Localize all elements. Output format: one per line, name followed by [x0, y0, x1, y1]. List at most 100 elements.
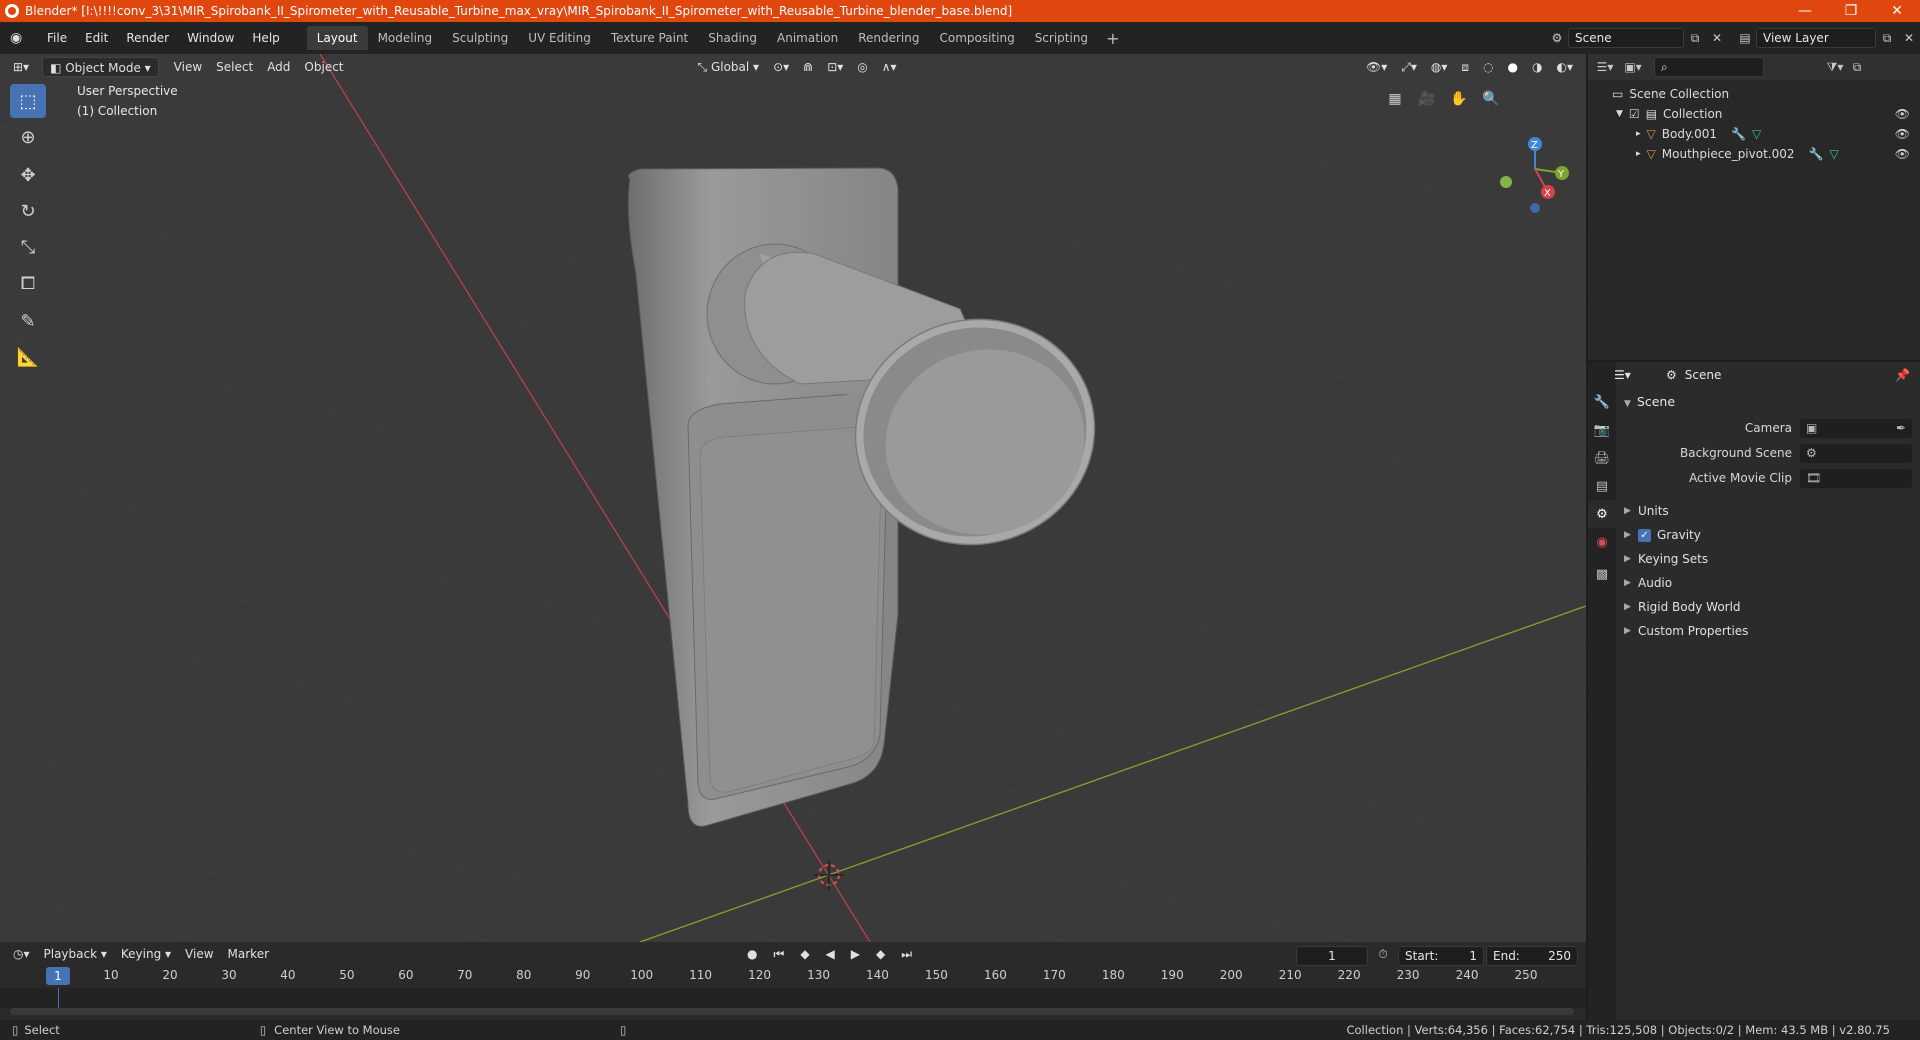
tab-modeling[interactable]: Modeling	[368, 26, 443, 50]
tool-tab-icon[interactable]: 🔧	[1588, 388, 1616, 416]
pivot-point-icon[interactable]: ⊙▾	[766, 57, 796, 77]
tab-animation[interactable]: Animation	[767, 26, 848, 50]
tab-compositing[interactable]: Compositing	[929, 26, 1024, 50]
next-keyframe-icon[interactable]: ◆	[869, 944, 892, 964]
new-collection-icon[interactable]: ⧉	[1846, 57, 1868, 77]
add-workspace-button[interactable]: +	[1098, 29, 1127, 48]
panel-rigid-body-world[interactable]: ▶ Rigid Body World	[1624, 596, 1912, 618]
mode-dropdown[interactable]: ◧ Object Mode ▾	[42, 57, 159, 77]
start-frame-field[interactable]: Start: 1	[1398, 946, 1484, 966]
rotate-tool-icon[interactable]: ↻	[10, 194, 46, 228]
menu-help[interactable]: Help	[243, 26, 288, 50]
shading-rendered-icon[interactable]: ◐▾	[1550, 57, 1581, 77]
render-tab-icon[interactable]: 📷	[1588, 416, 1616, 444]
gizmo-toggle-icon[interactable]: ⤢▾	[1394, 57, 1424, 77]
eye-icon[interactable]: 👁	[1895, 147, 1910, 161]
new-view-layer-icon[interactable]: ⧉	[1876, 28, 1898, 48]
shading-material-icon[interactable]: ◑	[1525, 57, 1549, 77]
menu-render[interactable]: Render	[117, 26, 178, 50]
current-frame-field[interactable]: 1	[1296, 946, 1368, 966]
tab-layout[interactable]: Layout	[306, 26, 368, 50]
outliner-editor-icon[interactable]: ☰▾	[1594, 57, 1616, 77]
new-scene-icon[interactable]: ⧉	[1684, 28, 1706, 48]
scale-tool-icon[interactable]: ⤡	[10, 230, 46, 264]
camera-view-icon[interactable]: 🎥	[1414, 86, 1440, 112]
display-mode-icon[interactable]: ▣▾	[1622, 57, 1644, 77]
texture-tab-icon[interactable]: ▩	[1588, 560, 1616, 588]
view-layer-field[interactable]: View Layer	[1756, 28, 1876, 48]
blender-menu-icon[interactable]: ◉	[10, 30, 30, 46]
delete-view-layer-icon[interactable]: ✕	[1898, 28, 1920, 48]
panel-gravity[interactable]: ▶ ✓ Gravity	[1624, 524, 1912, 546]
annotate-tool-icon[interactable]: ✎	[10, 304, 46, 338]
menu-window[interactable]: Window	[178, 26, 243, 50]
panel-units[interactable]: ▶ Units	[1624, 500, 1912, 522]
timeline-track[interactable]	[0, 988, 1586, 1008]
tab-shading[interactable]: Shading	[698, 26, 767, 50]
world-tab-icon[interactable]: ◉	[1588, 528, 1616, 556]
pin-icon[interactable]: 📌	[1895, 368, 1910, 382]
timeline-editor-icon[interactable]: ◷▾	[6, 944, 37, 964]
visibility-icon[interactable]: 👁▾	[1359, 57, 1394, 77]
panel-custom-properties[interactable]: ▶ Custom Properties	[1624, 620, 1912, 642]
jump-start-icon[interactable]: ⏮	[767, 944, 792, 964]
viewport-menu-select[interactable]: Select	[209, 57, 260, 77]
delete-scene-icon[interactable]: ✕	[1706, 28, 1728, 48]
expand-arrow-icon[interactable]: ▸	[1636, 129, 1641, 139]
outliner-row-body[interactable]: ▸ ▽ Body.001 🔧 ▽ 👁	[1588, 124, 1920, 144]
tab-uv-editing[interactable]: UV Editing	[518, 26, 601, 50]
eye-icon[interactable]: 👁	[1895, 107, 1910, 121]
timeline-view-menu[interactable]: View	[178, 944, 220, 964]
grid-view-icon[interactable]: ▦	[1382, 86, 1408, 112]
marker-menu[interactable]: Marker	[221, 944, 276, 964]
view-layer-tab-icon[interactable]: ▤	[1588, 472, 1616, 500]
active-movie-clip-field[interactable]: 🎞	[1800, 468, 1912, 488]
close-button[interactable]: ✕	[1874, 0, 1920, 22]
xray-icon[interactable]: ⧈	[1454, 57, 1476, 77]
proportional-edit-icon[interactable]: ◎	[850, 57, 874, 77]
pan-view-icon[interactable]: ✋	[1446, 86, 1472, 112]
shading-wireframe-icon[interactable]: ◌	[1476, 57, 1500, 77]
prev-keyframe-icon[interactable]: ◆	[793, 944, 816, 964]
record-icon[interactable]: ●	[740, 944, 764, 964]
background-scene-field[interactable]: ⚙	[1800, 443, 1912, 463]
panel-audio[interactable]: ▶ Audio	[1624, 572, 1912, 594]
transform-orientation-dropdown[interactable]: ⤡ Global ▾	[691, 57, 767, 77]
tab-scripting[interactable]: Scripting	[1025, 26, 1098, 50]
snap-icon[interactable]: ⋒	[796, 57, 820, 77]
move-tool-icon[interactable]: ✥	[10, 158, 46, 192]
editor-type-icon[interactable]: ⊞▾	[6, 57, 36, 77]
outliner-row-mouthpiece[interactable]: ▸ ▽ Mouthpiece_pivot.002 🔧 ▽ 👁	[1588, 144, 1920, 164]
play-icon[interactable]: ▶	[844, 944, 867, 964]
timeline-scrollbar[interactable]	[10, 1008, 1574, 1015]
keying-menu[interactable]: Keying ▾	[114, 944, 178, 964]
expand-arrow-icon[interactable]: ▸	[1636, 149, 1641, 159]
select-box-tool-icon[interactable]: ⬚	[10, 84, 46, 118]
viewport-menu-add[interactable]: Add	[260, 57, 297, 77]
editor-type-icon[interactable]: ☰▾	[1614, 368, 1631, 382]
checkbox-icon[interactable]: ☑	[1629, 107, 1640, 121]
3d-viewport[interactable]: Z Y X ⊞▾ ◧ Object Mode ▾ View Select Add…	[0, 54, 1586, 942]
frame-ruler[interactable]: 1 10 20 30 40 50 60 70 80 90 100 110 120 130 140 150 160…	[0, 967, 1586, 986]
zoom-view-icon[interactable]: 🔍	[1478, 86, 1504, 112]
expand-arrow-icon[interactable]: ▼	[1616, 109, 1623, 119]
eye-icon[interactable]: 👁	[1895, 127, 1910, 141]
maximize-button[interactable]: ❐	[1828, 0, 1874, 22]
output-tab-icon[interactable]: 🖨	[1588, 444, 1616, 472]
minimize-button[interactable]: —	[1782, 0, 1828, 22]
scene-section-title[interactable]: ▼ Scene	[1624, 394, 1675, 409]
play-reverse-icon[interactable]: ◀	[819, 944, 842, 964]
menu-file[interactable]: File	[38, 26, 76, 50]
gravity-checkbox[interactable]: ✓	[1638, 528, 1651, 542]
measure-tool-icon[interactable]: 📐	[10, 340, 46, 374]
outliner-row-collection[interactable]: ▼ ☑ ▤ Collection 👁	[1588, 104, 1920, 124]
playback-menu[interactable]: Playback ▾	[37, 944, 114, 964]
snap-target-icon[interactable]: ⊡▾	[820, 57, 850, 77]
outliner-search-input[interactable]: ⌕	[1654, 57, 1764, 77]
tab-sculpting[interactable]: Sculpting	[442, 26, 518, 50]
camera-field[interactable]: ▣ ✒	[1800, 418, 1912, 438]
tab-texture-paint[interactable]: Texture Paint	[601, 26, 698, 50]
tab-rendering[interactable]: Rendering	[848, 26, 929, 50]
outliner-row-scene-collection[interactable]: ▭ Scene Collection	[1588, 84, 1920, 104]
shading-solid-icon[interactable]: ●	[1501, 57, 1525, 77]
